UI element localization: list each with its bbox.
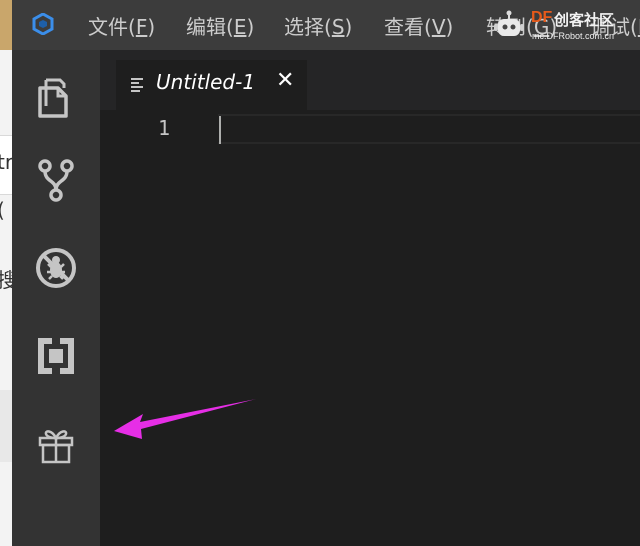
current-line-highlight	[218, 114, 640, 144]
background-header	[0, 0, 12, 50]
menu-edit[interactable]: 编辑(E)	[186, 11, 254, 40]
file-lines-icon	[131, 78, 143, 92]
background-text-3: 搜	[0, 268, 12, 292]
tab-untitled-1[interactable]: Untitled-1 ✕	[116, 60, 307, 110]
extensions-icon[interactable]	[34, 334, 78, 378]
gift-icon[interactable]	[34, 422, 78, 466]
watermark-url: mc.DFRobot.com.cn	[532, 31, 615, 41]
text-cursor	[219, 116, 221, 144]
source-control-icon[interactable]	[34, 158, 78, 202]
app-logo-icon	[32, 13, 54, 35]
debug-icon[interactable]	[34, 246, 78, 290]
watermark-name: 创客社区	[554, 12, 615, 29]
background-text-1: tr	[0, 150, 12, 174]
editor-area[interactable]: 1	[100, 110, 640, 546]
explorer-icon[interactable]	[34, 76, 78, 120]
menu-view[interactable]: 查看(V)	[384, 11, 453, 40]
watermark-brand: DF	[531, 9, 553, 26]
background-window: tr ( 搜	[0, 0, 12, 546]
robot-logo-icon	[494, 10, 524, 36]
watermark: DF 创客社区 mc.DFRobot.com.cn	[488, 6, 638, 46]
annotation-arrow-icon	[114, 399, 256, 439]
background-text-2: (	[0, 198, 5, 222]
background-panel-2	[0, 390, 12, 462]
line-number: 1	[158, 116, 171, 140]
menu-file[interactable]: 文件(F)	[88, 11, 155, 40]
activity-bar	[12, 50, 100, 546]
menu-selection[interactable]: 选择(S)	[284, 11, 352, 40]
close-icon[interactable]: ✕	[276, 68, 294, 93]
tab-title: Untitled-1	[156, 70, 256, 94]
tab-bar: Untitled-1 ✕	[100, 50, 640, 110]
